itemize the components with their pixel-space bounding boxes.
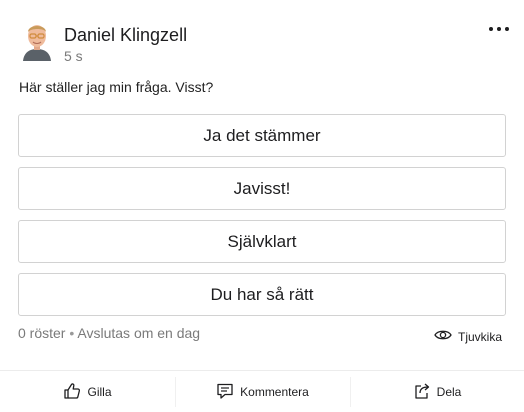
author-name[interactable]: Daniel Klingzell [64,25,187,45]
peek-results-button[interactable]: Tjuvkika [434,329,502,344]
eye-icon [434,329,458,344]
avatar[interactable] [22,21,52,61]
vote-count: 0 röster [18,325,66,341]
poll-option-4[interactable]: Du har så rätt [18,273,506,316]
poll-end-time: Avslutas om en dag [77,325,201,341]
poll-meta: 0 röster • Avslutas om en dag [18,325,200,341]
poll-option-1[interactable]: Ja det stämmer [18,114,506,157]
comment-button[interactable]: Kommentera [175,371,350,412]
post-header: Daniel Klingzell 5 s [0,0,524,70]
peek-results-label: Tjuvkika [458,329,503,344]
share-label: Dela [436,385,462,399]
meta-separator: • [69,325,75,341]
share-button[interactable]: Dela [350,371,524,412]
comment-icon [216,382,240,403]
more-options-icon[interactable] [488,24,510,34]
poll-option-3[interactable]: Självklart [18,220,506,263]
post-timestamp: 5 s [64,48,83,64]
thumbs-up-icon [63,382,87,403]
like-button[interactable]: Gilla [0,371,175,412]
like-label: Gilla [87,385,112,399]
post-actions-bar: Gilla Kommentera Dela [0,370,524,412]
poll-option-2[interactable]: Javisst! [18,167,506,210]
share-icon [413,382,437,403]
poll-question: Här ställer jag min fråga. Visst? [19,79,214,95]
comment-label: Kommentera [240,385,309,399]
